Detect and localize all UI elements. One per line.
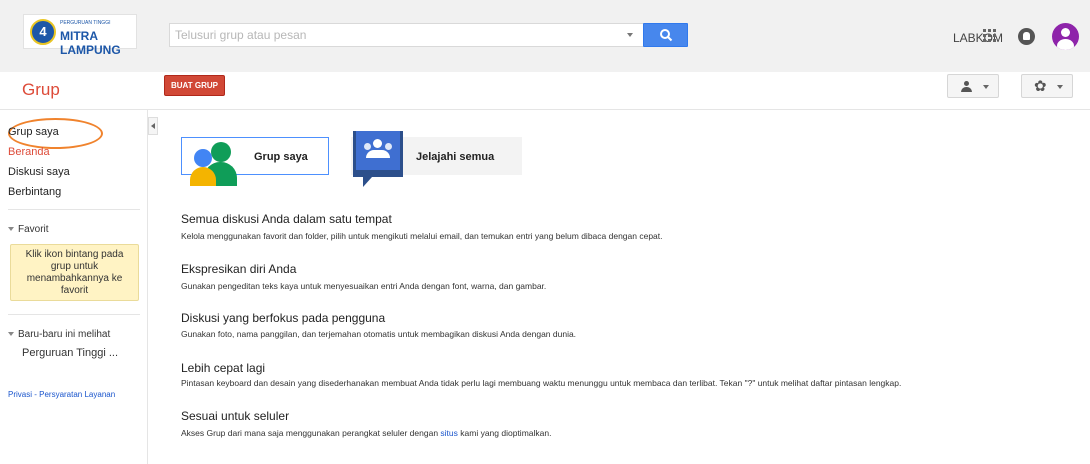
feature-description: Kelola menggunakan favorit dan folder, p… bbox=[181, 231, 663, 241]
feature-text: Akses Grup dari mana saja menggunakan pe… bbox=[181, 428, 441, 438]
my-groups-card-label: Grup saya bbox=[254, 151, 308, 163]
feature-description: Gunakan pengeditan teks kaya untuk menye… bbox=[181, 281, 547, 291]
new-group-button[interactable]: BUAT GRUP bbox=[164, 75, 225, 96]
feature-heading: Lebih cepat lagi bbox=[181, 361, 266, 375]
favorites-hint-box: Klik ikon bintang pada grup untuk menamb… bbox=[10, 244, 139, 301]
page-title[interactable]: Grup bbox=[22, 80, 60, 100]
search-button[interactable] bbox=[643, 23, 688, 47]
divider bbox=[8, 209, 140, 210]
notifications-icon[interactable] bbox=[1018, 28, 1035, 45]
gear-icon: ✿ bbox=[1034, 78, 1047, 95]
feature-heading: Sesuai untuk seluler bbox=[181, 409, 290, 423]
favorites-section-title[interactable]: Favorit bbox=[8, 224, 49, 235]
mobile-site-link[interactable]: situs bbox=[440, 428, 457, 438]
logo-big-text: MITRA LAMPUNG bbox=[60, 29, 121, 57]
chevron-down-icon bbox=[983, 85, 989, 89]
explore-all-card-label: Jelajahi semua bbox=[416, 151, 495, 163]
search-box[interactable] bbox=[169, 23, 648, 47]
chevron-down-icon bbox=[1057, 85, 1063, 89]
sidebar-item-starred[interactable]: Berbintang bbox=[8, 186, 61, 198]
search-input[interactable] bbox=[170, 24, 610, 46]
header-row: Grup BUAT GRUP ✿ bbox=[0, 72, 1090, 110]
feature-heading: Semua diskusi Anda dalam satu tempat bbox=[181, 212, 392, 226]
search-icon bbox=[660, 29, 673, 42]
people-settings-icon bbox=[961, 81, 975, 92]
feature-description: Pintasan keyboard dan desain yang disede… bbox=[181, 378, 902, 388]
search-options-dropdown-icon[interactable] bbox=[627, 33, 633, 37]
feature-description: Akses Grup dari mana saja menggunakan pe… bbox=[181, 428, 551, 438]
collapse-sidebar-icon[interactable] bbox=[148, 117, 158, 135]
feature-text: kami yang dioptimalkan. bbox=[457, 428, 552, 438]
institution-logo[interactable]: PERGURUAN TINGGI MITRA LAMPUNG bbox=[23, 14, 137, 57]
sidebar-item-home[interactable]: Beranda bbox=[8, 146, 50, 158]
account-avatar[interactable] bbox=[1052, 23, 1079, 50]
feature-heading: Diskusi yang berfokus pada pengguna bbox=[181, 311, 386, 325]
explore-groups-illustration-icon bbox=[353, 131, 403, 189]
sidebar-item-my-discussions[interactable]: Diskusi saya bbox=[8, 166, 70, 178]
member-settings-button[interactable] bbox=[947, 74, 999, 98]
recent-section-title[interactable]: Baru-baru ini melihat bbox=[8, 329, 110, 340]
feature-heading: Ekspresikan diri Anda bbox=[181, 262, 297, 276]
recent-group-item[interactable]: Perguruan Tinggi ... bbox=[22, 347, 118, 359]
recent-title-text: Baru-baru ini melihat bbox=[18, 329, 111, 340]
favorites-title-text: Favorit bbox=[18, 224, 49, 235]
chevron-down-icon bbox=[8, 227, 14, 232]
logo-emblem bbox=[30, 19, 56, 45]
logo-small-text: PERGURUAN TINGGI bbox=[60, 20, 111, 26]
feature-description: Gunakan foto, nama panggilan, dan terjem… bbox=[181, 329, 577, 339]
chevron-down-icon bbox=[8, 332, 14, 337]
privacy-terms-link[interactable]: Privasi - Persyaratan Layanan bbox=[8, 390, 115, 399]
apps-icon[interactable] bbox=[983, 29, 997, 43]
settings-button[interactable]: ✿ bbox=[1021, 74, 1073, 98]
divider bbox=[8, 314, 140, 315]
my-groups-illustration-icon bbox=[190, 138, 248, 188]
sidebar-item-my-groups[interactable]: Grup saya bbox=[8, 126, 59, 138]
